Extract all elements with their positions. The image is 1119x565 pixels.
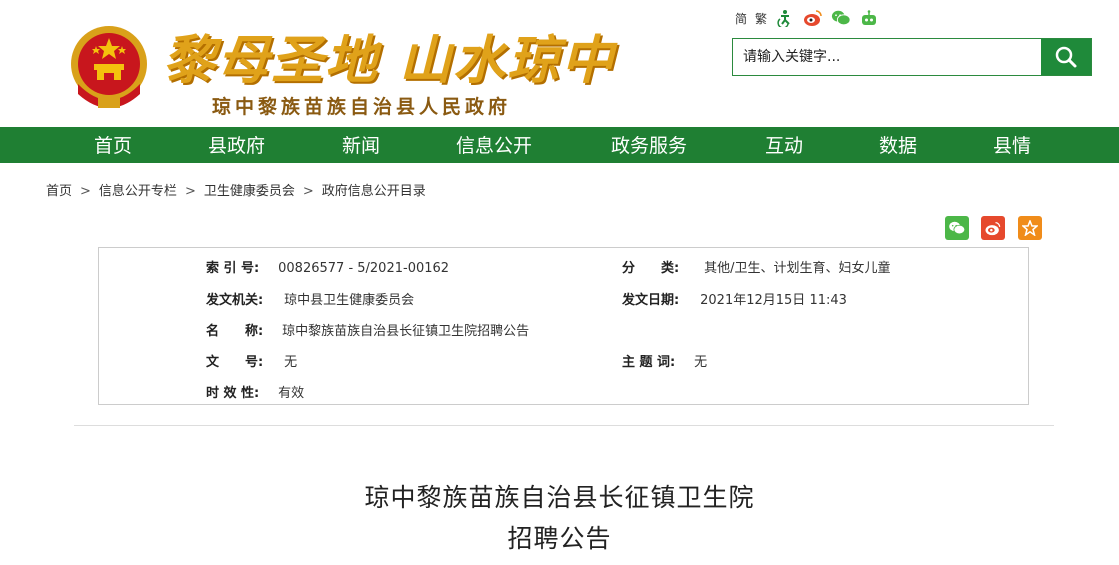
nav-item-gov-services[interactable]: 政务服务	[611, 127, 687, 163]
info-row-subject: 主 题 词: 无	[622, 351, 707, 370]
index-value: 00826577 - 5/2021-00162	[278, 261, 450, 276]
subject-value: 无	[694, 355, 708, 370]
breadcrumb-item[interactable]: 信息公开专栏	[99, 184, 177, 199]
nav-item-interaction[interactable]: 互动	[765, 127, 803, 163]
nav-item-news[interactable]: 新闻	[342, 127, 380, 163]
breadcrumb: 首页 > 信息公开专栏 > 卫生健康委员会 > 政府信息公开目录	[46, 180, 426, 199]
main-nav: 首页 县政府 新闻 信息公开 政务服务 互动 数据 县情	[0, 127, 1119, 163]
site-slogan: 黎母圣地 山水琼中	[163, 30, 616, 91]
site-header: 黎母圣地 山水琼中 琼中黎族苗族自治县人民政府 简 繁	[0, 0, 1119, 127]
breadcrumb-item[interactable]: 首页	[46, 184, 72, 199]
weibo-icon[interactable]	[803, 8, 823, 28]
subject-label: 主 题 词:	[622, 355, 676, 370]
top-toolbar: 简 繁	[735, 8, 879, 28]
issuer-label: 发文机关:	[206, 293, 264, 308]
info-row-docno: 文 号: 无	[206, 351, 297, 370]
search-input[interactable]	[733, 39, 1041, 75]
name-value: 琼中黎族苗族自治县长征镇卫生院招聘公告	[282, 324, 530, 339]
nav-item-county-gov[interactable]: 县政府	[208, 127, 265, 163]
category-label: 分 类:	[622, 261, 680, 276]
gov-name: 琼中黎族苗族自治县人民政府	[212, 96, 512, 118]
robot-icon[interactable]	[859, 8, 879, 28]
traditional-chinese-link[interactable]: 繁	[755, 10, 767, 27]
simplified-chinese-link[interactable]: 简	[735, 10, 747, 27]
weibo-icon	[985, 221, 1001, 235]
issuer-value: 琼中县卫生健康委员会	[284, 293, 415, 308]
wechat-icon[interactable]	[831, 8, 851, 28]
date-label: 发文日期:	[622, 293, 680, 308]
category-value: 其他/卫生、计划生育、妇女儿童	[704, 261, 891, 276]
info-row-validity: 时 效 性: 有效	[206, 382, 304, 401]
validity-value: 有效	[278, 386, 305, 401]
article-title-line1: 琼中黎族苗族自治县长征镇卫生院	[364, 483, 755, 512]
index-label: 索 引 号:	[206, 261, 260, 276]
nav-item-home[interactable]: 首页	[94, 127, 132, 163]
search-button[interactable]	[1041, 39, 1091, 75]
breadcrumb-item[interactable]: 政府信息公开目录	[322, 184, 426, 199]
breadcrumb-separator: >	[80, 184, 91, 199]
share-wechat-button[interactable]	[945, 216, 969, 240]
nav-item-county-info[interactable]: 县情	[993, 127, 1031, 163]
search-icon	[1055, 46, 1077, 68]
breadcrumb-item[interactable]: 卫生健康委员会	[204, 184, 295, 199]
nav-item-data[interactable]: 数据	[879, 127, 917, 163]
article-title-line2: 招聘公告	[507, 524, 612, 553]
search-box	[732, 38, 1092, 76]
national-emblem-icon	[71, 26, 147, 108]
info-row-issuer: 发文机关: 琼中县卫生健康委员会	[206, 289, 414, 308]
document-info-table: 索 引 号: 00826577 - 5/2021-00162 分 类: 其他/卫…	[98, 247, 1029, 405]
share-favorite-button[interactable]	[1018, 216, 1042, 240]
info-row-name: 名 称: 琼中黎族苗族自治县长征镇卫生院招聘公告	[206, 320, 529, 339]
nav-item-info-disclosure[interactable]: 信息公开	[456, 127, 532, 163]
share-weibo-button[interactable]	[981, 216, 1005, 240]
docno-value: 无	[284, 355, 298, 370]
validity-label: 时 效 性:	[206, 386, 260, 401]
breadcrumb-separator: >	[302, 184, 314, 199]
accessibility-icon[interactable]	[775, 8, 795, 28]
breadcrumb-separator: >	[184, 184, 196, 199]
name-label: 名 称:	[206, 324, 264, 339]
docno-label: 文 号:	[206, 355, 264, 370]
date-value: 2021年12月15日 11:43	[700, 293, 847, 308]
info-row-category: 分 类: 其他/卫生、计划生育、妇女儿童	[622, 257, 891, 276]
info-row-index: 索 引 号: 00826577 - 5/2021-00162	[206, 257, 449, 276]
wechat-icon	[949, 221, 966, 235]
info-row-date: 发文日期: 2021年12月15日 11:43	[622, 289, 847, 308]
content-divider	[74, 425, 1054, 426]
star-icon	[1022, 220, 1038, 236]
